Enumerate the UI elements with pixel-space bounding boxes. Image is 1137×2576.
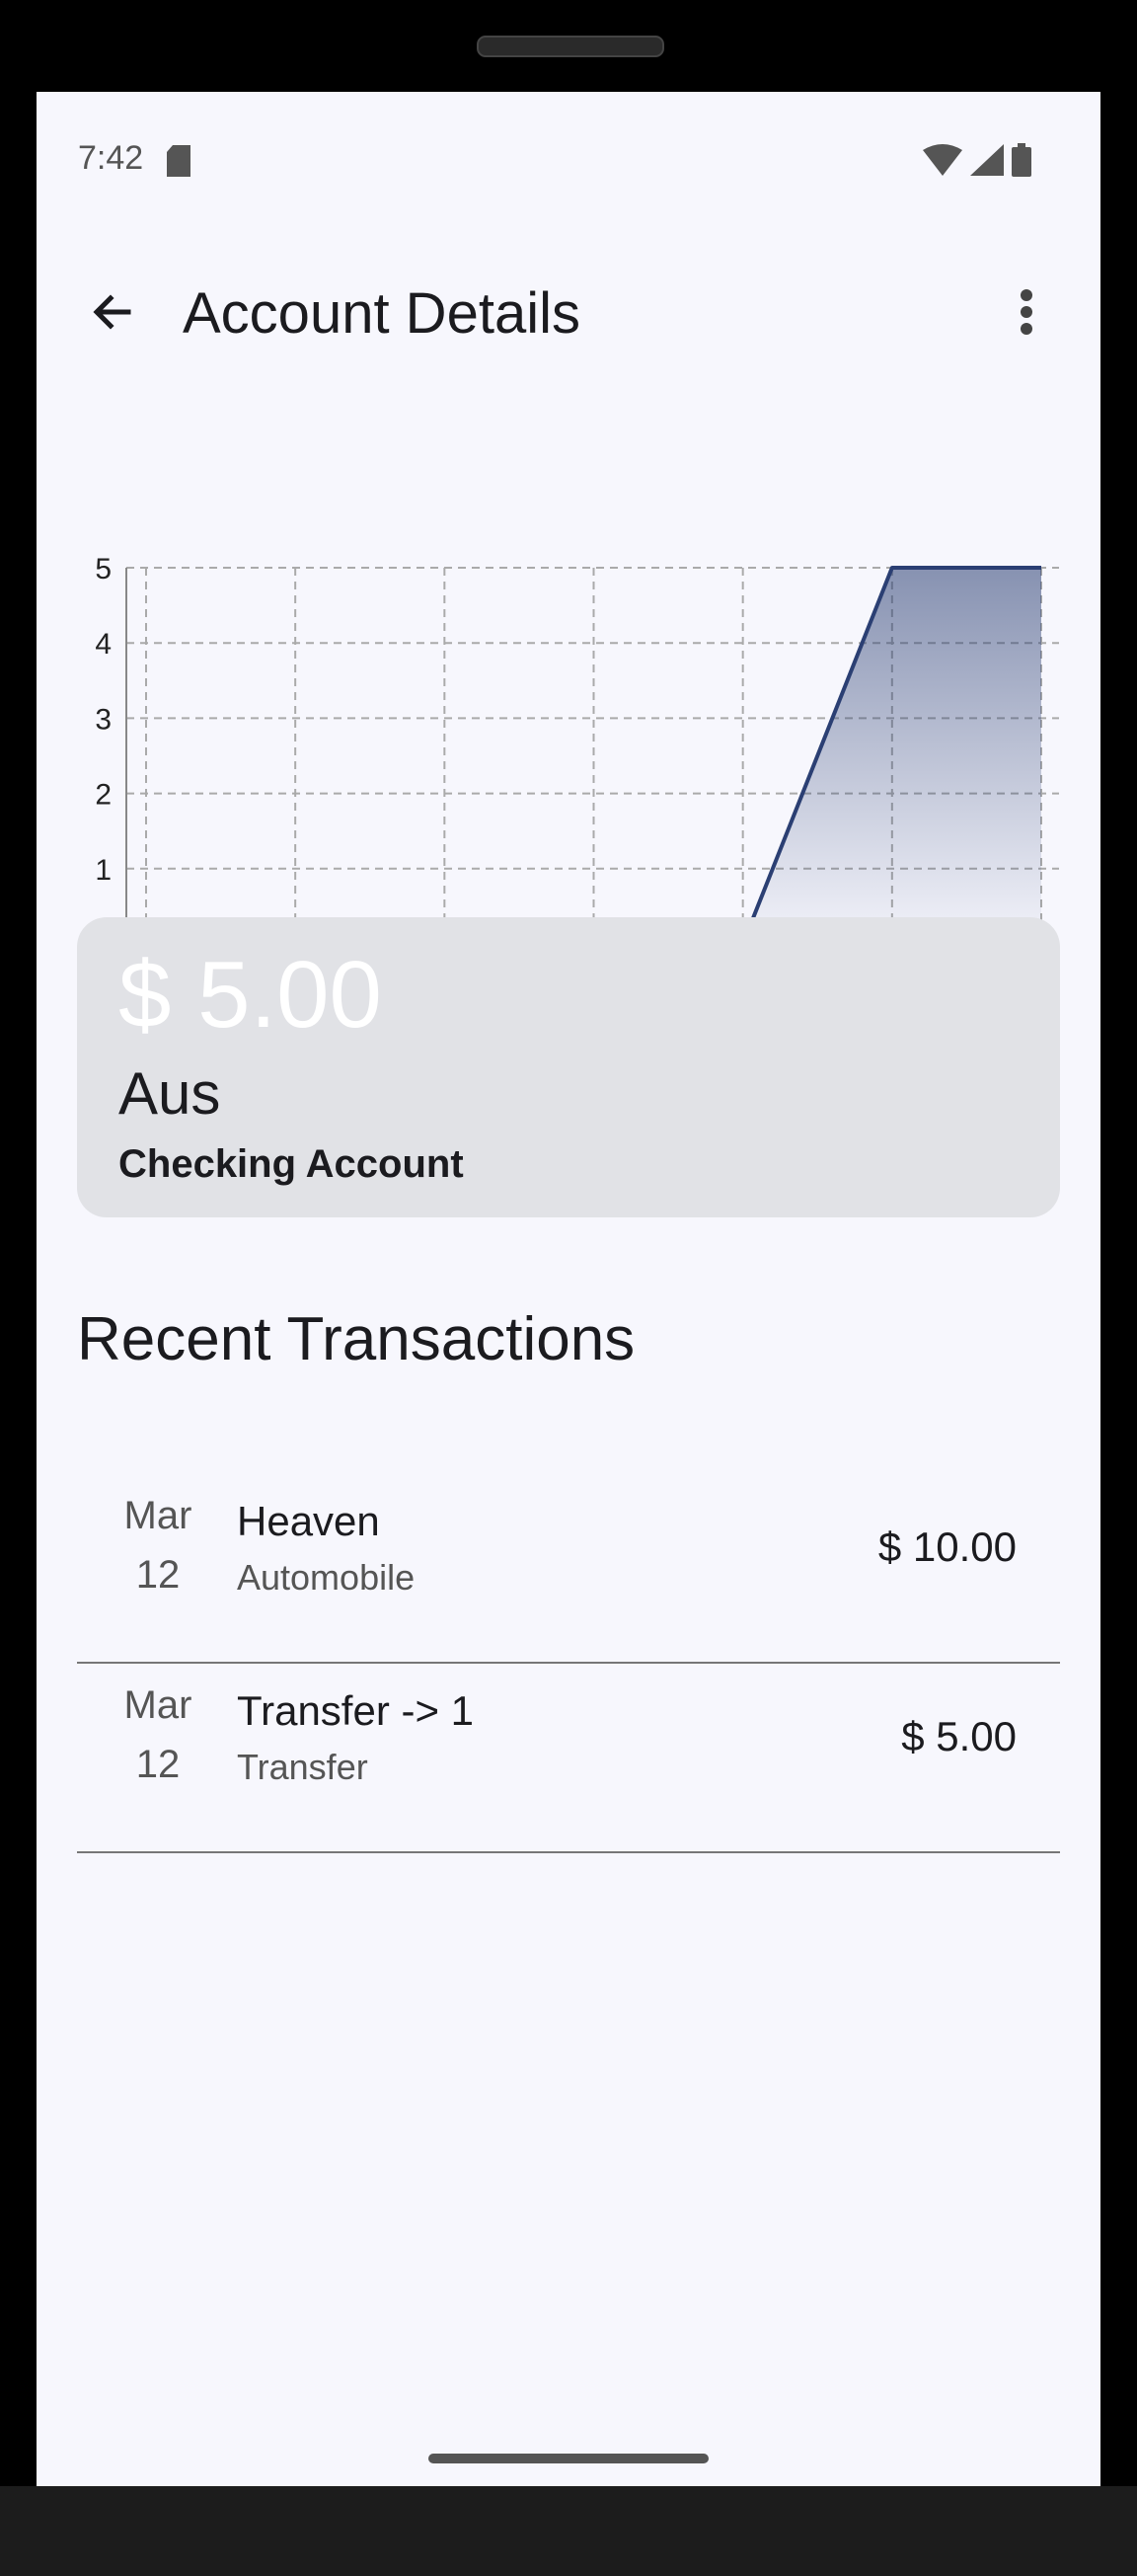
y-tick-label: 5 (95, 553, 112, 585)
account-card[interactable]: $ 5.00 Aus Checking Account (77, 917, 1060, 1217)
more-vert-icon (1020, 288, 1033, 341)
recent-transactions-heading: Recent Transactions (77, 1305, 636, 1373)
status-time: 7:42 (78, 139, 144, 177)
transaction-category: Transfer (237, 1747, 368, 1787)
arrow-left-icon (89, 288, 136, 341)
transaction-amount: $ 10.00 (877, 1523, 1017, 1570)
transaction-day: 12 (135, 1743, 181, 1786)
phone-bottom-bezel (0, 2486, 1137, 2576)
transaction-month: Mar (123, 1494, 192, 1537)
transaction-day: 12 (135, 1553, 181, 1597)
y-tick-label: 1 (95, 854, 112, 887)
transaction-month: Mar (123, 1683, 192, 1727)
sd-card-icon (165, 145, 192, 182)
account-balance: $ 5.00 (118, 942, 382, 1048)
transaction-payee: Transfer -> 1 (237, 1687, 475, 1734)
transaction-amount: $ 5.00 (901, 1713, 1017, 1759)
account-name: Aus (118, 1060, 221, 1127)
battery-icon (1012, 143, 1031, 182)
transaction-category: Automobile (237, 1557, 416, 1598)
y-tick-label: 3 (95, 703, 112, 736)
transaction-row[interactable]: Mar 12 Heaven Automobile $ 10.00 (77, 1474, 1060, 1664)
back-button[interactable] (78, 279, 147, 349)
screen: 7:42 Account Details 1 2 3 4 5 $ 5.00 Au… (37, 92, 1100, 2486)
overflow-menu-button[interactable] (992, 279, 1061, 349)
y-tick-label: 2 (95, 779, 112, 812)
page-title: Account Details (183, 281, 580, 346)
signal-icon (970, 144, 1004, 181)
transaction-row[interactable]: Mar 12 Transfer -> 1 Transfer $ 5.00 (77, 1664, 1060, 1853)
wifi-icon (923, 144, 962, 181)
account-type: Checking Account (118, 1142, 464, 1186)
home-indicator[interactable] (428, 2454, 709, 2463)
status-icons (923, 143, 1031, 182)
transaction-payee: Heaven (237, 1498, 380, 1544)
y-tick-label: 4 (95, 628, 112, 661)
phone-speaker (477, 36, 664, 57)
